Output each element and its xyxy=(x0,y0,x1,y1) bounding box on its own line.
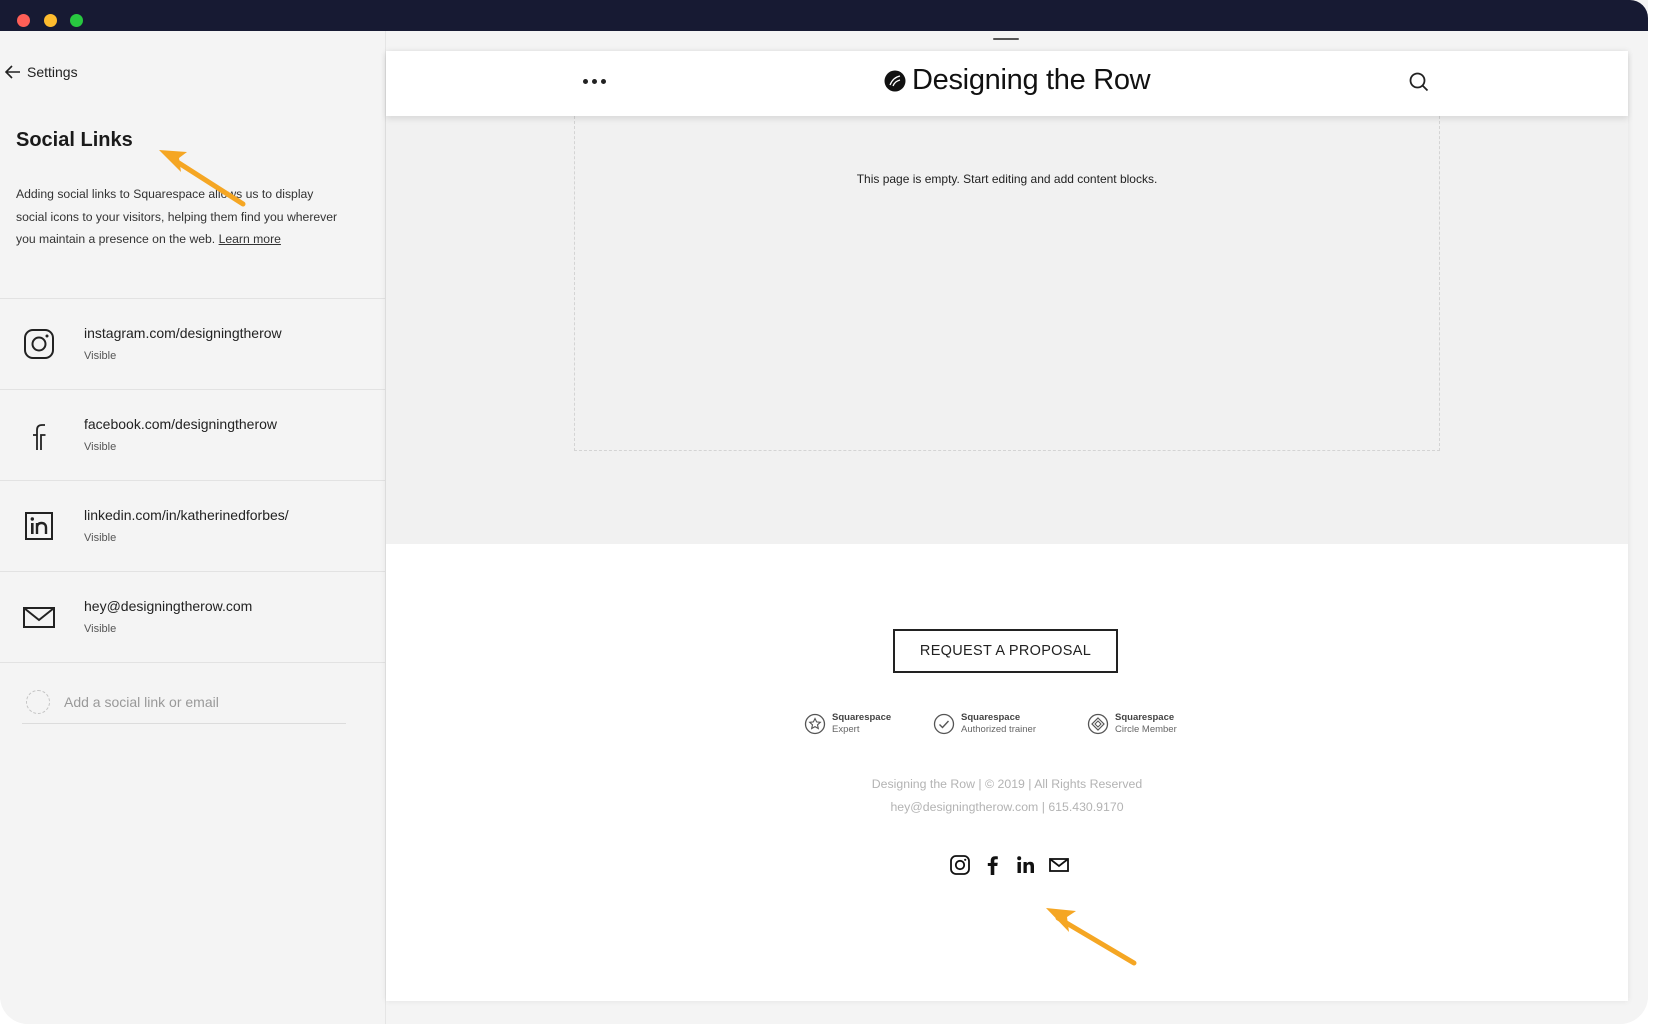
star-badge-icon xyxy=(804,713,826,735)
email-icon xyxy=(23,607,55,628)
social-link-facebook[interactable]: facebook.com/designingtherow Visible xyxy=(0,390,385,481)
add-social-link-placeholder: Add a social link or email xyxy=(64,694,219,710)
badge-subtitle: Expert xyxy=(832,724,860,735)
empty-content-placeholder[interactable]: This page is empty. Start editing and ad… xyxy=(574,116,1440,451)
footer-contact: hey@designingtherow.com | 615.430.9170 xyxy=(890,800,1124,814)
check-badge-icon xyxy=(933,713,955,735)
add-social-link-input[interactable]: Add a social link or email xyxy=(22,681,346,724)
site-header: Designing the Row xyxy=(386,51,1628,116)
empty-page-message: This page is empty. Start editing and ad… xyxy=(856,172,1158,186)
more-menu-icon[interactable] xyxy=(583,79,606,84)
window-titlebar xyxy=(0,0,1648,31)
social-link-url: facebook.com/designingtherow xyxy=(84,416,278,432)
badge-authorized-trainer: Squarespace Authorized trainer xyxy=(933,712,1036,736)
social-link-url: hey@designingtherow.com xyxy=(84,598,253,614)
social-link-linkedin[interactable]: linkedin.com/in/katherinedforbes/ Visibl… xyxy=(0,481,385,572)
badge-title: Squarespace xyxy=(832,712,892,723)
site-title-text: Designing the Row xyxy=(912,64,1151,96)
add-circle-icon xyxy=(26,690,50,714)
request-proposal-button[interactable]: REQUEST A PROPOSAL xyxy=(893,629,1118,673)
back-to-settings-button[interactable]: Settings xyxy=(5,64,78,80)
linkedin-icon[interactable] xyxy=(1015,854,1037,876)
facebook-icon xyxy=(33,424,46,450)
footer-copyright: Designing the Row | © 2019 | All Rights … xyxy=(871,777,1143,791)
badge-subtitle: Circle Member xyxy=(1115,724,1177,735)
social-link-url: linkedin.com/in/katherinedforbes/ xyxy=(84,507,289,523)
instagram-icon[interactable] xyxy=(949,854,971,876)
site-footer: REQUEST A PROPOSAL Squarespace Expert Squ… xyxy=(386,544,1628,1001)
badge-expert: Squarespace Expert xyxy=(804,712,891,736)
preview-page: Designing the Row This page is empty. St… xyxy=(386,51,1628,1001)
social-link-instagram[interactable]: instagram.com/designingtherow Visible xyxy=(0,299,385,390)
annotation-arrow-footer-icons xyxy=(1046,908,1137,966)
social-link-status: Visible xyxy=(84,623,117,635)
social-links-list: instagram.com/designingtherow Visible fa… xyxy=(0,298,385,663)
linkedin-icon xyxy=(25,512,53,540)
badge-subtitle: Authorized trainer xyxy=(961,724,1036,735)
site-logo-title[interactable]: Designing the Row xyxy=(884,64,1151,97)
instagram-icon xyxy=(24,329,54,359)
annotation-arrow-panel xyxy=(159,150,246,207)
social-link-status: Visible xyxy=(84,441,117,453)
facebook-icon[interactable] xyxy=(982,854,1004,876)
app-window: Settings Social Links Adding social link… xyxy=(0,0,1648,1024)
close-window-button[interactable] xyxy=(17,14,30,27)
social-link-status: Visible xyxy=(84,350,117,362)
social-link-email[interactable]: hey@designingtherow.com Visible xyxy=(0,572,385,663)
maximize-window-button[interactable] xyxy=(70,14,83,27)
badge-title: Squarespace xyxy=(1115,712,1175,723)
social-link-url: instagram.com/designingtherow xyxy=(84,325,282,341)
badge-title: Squarespace xyxy=(961,712,1021,723)
badge-circle-member: Squarespace Circle Member xyxy=(1087,712,1177,736)
search-icon[interactable] xyxy=(1408,71,1430,93)
site-logo-icon xyxy=(884,70,906,91)
diamond-badge-icon xyxy=(1087,713,1109,735)
certification-badges: Squarespace Expert Squarespace Authorized … xyxy=(804,712,1214,742)
social-link-status: Visible xyxy=(84,532,117,544)
site-preview: Designing the Row This page is empty. St… xyxy=(386,31,1648,1024)
email-icon[interactable] xyxy=(1048,854,1070,876)
minimize-window-button[interactable] xyxy=(44,14,57,27)
panel-title: Social Links xyxy=(16,129,133,151)
learn-more-link[interactable]: Learn more xyxy=(219,232,281,246)
preview-drag-handle[interactable] xyxy=(993,38,1019,40)
back-label: Settings xyxy=(27,64,78,80)
footer-social-icons xyxy=(949,854,1070,876)
arrow-left-icon xyxy=(5,65,20,79)
page-content-area[interactable]: This page is empty. Start editing and ad… xyxy=(386,116,1628,544)
